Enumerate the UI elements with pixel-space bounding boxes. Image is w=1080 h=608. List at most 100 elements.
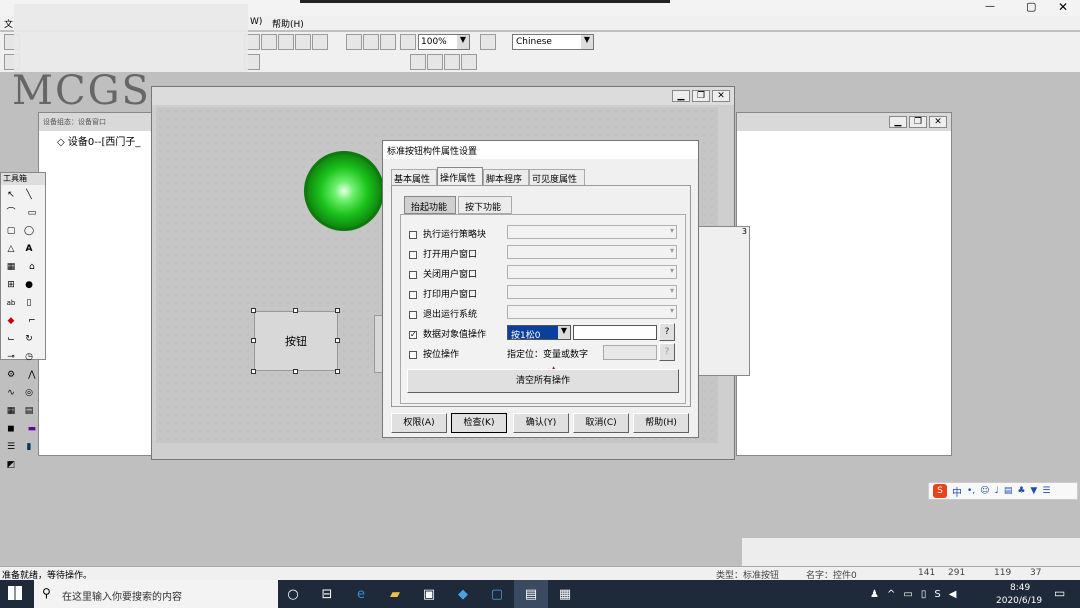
clear-all-button[interactable]: 清空所有操作 (407, 369, 679, 393)
close-window-combo[interactable] (507, 265, 677, 279)
minimize-icon[interactable]: ▁ (672, 90, 690, 102)
curve-icon[interactable]: ∿ (3, 385, 19, 401)
table-icon[interactable]: ▦ (3, 403, 19, 419)
clock-icon[interactable]: ◷ (21, 349, 37, 365)
zoom-select[interactable]: 100% ▼ (418, 34, 470, 50)
minimize-icon[interactable]: ▁ (889, 116, 907, 128)
toolbar-icon[interactable] (346, 34, 362, 50)
search-box[interactable]: ⚲ 在这里输入你要搜索的内容 (34, 580, 278, 608)
resize-handle[interactable] (335, 338, 340, 343)
toolbar-icon[interactable] (480, 34, 496, 50)
book-icon[interactable]: ▮ (21, 439, 37, 455)
resize-handle[interactable] (251, 338, 256, 343)
checkbox[interactable] (409, 350, 417, 359)
assign-bit-input[interactable] (603, 345, 657, 360)
data-object-input[interactable] (573, 325, 657, 340)
menu-window[interactable]: W) (250, 17, 262, 27)
chart-icon[interactable]: ▬ (24, 421, 40, 437)
tab-operation[interactable]: 操作属性 (437, 167, 483, 185)
checkbox[interactable] (409, 310, 417, 319)
input-icon[interactable]: ▯ (21, 295, 37, 311)
text-icon[interactable]: A (21, 241, 37, 257)
mic-icon[interactable]: ♩ (995, 486, 999, 496)
resize-handle[interactable] (335, 369, 340, 374)
menu-file[interactable]: 文 (4, 17, 13, 30)
checkbox-checked[interactable]: ✓ (409, 330, 417, 339)
strategy-combo[interactable] (507, 225, 677, 239)
subtab-release[interactable]: 抬起功能 (404, 196, 456, 214)
toolbar-icon[interactable] (261, 34, 277, 50)
list-icon[interactable]: ☰ (3, 439, 19, 455)
checkbox[interactable] (409, 270, 417, 279)
menu-help[interactable]: 帮助(H) (272, 17, 304, 30)
checkbox[interactable] (409, 290, 417, 299)
person-icon[interactable]: ♟ (870, 589, 879, 600)
notification-icon[interactable]: ▭ (1054, 586, 1065, 600)
toolbar-icon[interactable] (363, 34, 379, 50)
open-window-combo[interactable] (507, 245, 677, 259)
skin-icon[interactable]: ♣ (1017, 486, 1025, 496)
assign-bit-browse-button[interactable]: ? (659, 343, 675, 361)
mcgs-icon[interactable]: ▤ (514, 580, 548, 608)
pointer-icon[interactable]: ↖ (3, 187, 19, 203)
toolbar-icon[interactable] (380, 34, 396, 50)
data-op-select[interactable]: 按1松0 ▼ (507, 325, 571, 341)
option-exit-system[interactable]: 退出运行系统 (409, 307, 477, 320)
chevron-up-icon[interactable]: ^ (887, 589, 895, 600)
restore-icon[interactable]: ❐ (909, 116, 927, 128)
edge-icon[interactable]: e (344, 580, 378, 608)
step-icon[interactable]: ⌐ (24, 313, 40, 329)
keyboard-icon[interactable]: ▤ (1004, 486, 1013, 496)
help-button[interactable]: 帮助(H) (633, 413, 689, 433)
checkbox[interactable] (409, 250, 417, 259)
punct-icon[interactable]: •, (967, 486, 975, 496)
app-icon[interactable]: ◆ (446, 580, 480, 608)
toolbar-icon[interactable] (461, 54, 477, 70)
app2-icon[interactable]: ▢ (480, 580, 514, 608)
ime-mode[interactable]: 中 (952, 484, 962, 499)
window-close-icon[interactable]: ✕ (1058, 0, 1068, 14)
chevron-down-icon[interactable]: ▼ (457, 35, 469, 49)
device-tree-item[interactable]: ◇ 设备0--[西门子_ (57, 133, 140, 148)
clock-time[interactable]: 8:49 (1010, 583, 1030, 593)
check-button[interactable]: 检查(K) (451, 413, 507, 433)
confirm-button[interactable]: 确认(Y) (513, 413, 569, 433)
language-select[interactable]: Chinese ▼ (512, 34, 594, 50)
window-minimize-icon[interactable]: — (985, 1, 995, 12)
data-object-browse-button[interactable]: ? (659, 323, 675, 341)
exit-system-combo[interactable] (507, 305, 677, 319)
toolbar-icon[interactable] (444, 54, 460, 70)
rectangle-icon[interactable]: ▭ (24, 205, 40, 221)
app3-icon[interactable]: ▦ (548, 580, 582, 608)
tab-script[interactable]: 脚本程序 (483, 169, 529, 185)
cancel-button[interactable]: 取消(C) (573, 413, 629, 433)
subtab-press[interactable]: 按下功能 (458, 196, 512, 214)
permission-button[interactable]: 权限(A) (391, 413, 447, 433)
trend-icon[interactable]: ⋀ (24, 367, 40, 383)
chevron-down-icon[interactable]: ▼ (558, 326, 570, 339)
toolbar-icon[interactable] (295, 34, 311, 50)
battery-icon[interactable]: ▯ (921, 589, 927, 600)
resize-handle[interactable] (293, 308, 298, 313)
ime-icon[interactable]: S (934, 589, 940, 600)
cube-icon[interactable]: ◼ (3, 421, 19, 437)
bitmap-icon[interactable]: ▦ (3, 259, 19, 275)
close-icon[interactable]: ✕ (929, 116, 947, 128)
clock-date[interactable]: 2020/6/19 (996, 596, 1042, 606)
option-close-window[interactable]: 关闭用户窗口 (409, 267, 477, 280)
toolbar-icon[interactable] (312, 34, 328, 50)
alarm-icon[interactable]: ◎ (21, 385, 37, 401)
arc-icon[interactable]: ⌒ (3, 205, 19, 221)
gear-icon[interactable]: ⚙ (3, 367, 19, 383)
option-data-object[interactable]: ✓ 数据对象值操作 (409, 327, 486, 340)
folder-icon[interactable]: ▰ (378, 580, 412, 608)
option-open-window[interactable]: 打开用户窗口 (409, 247, 477, 260)
multitask-icon[interactable]: ⊟ (310, 580, 344, 608)
option-run-strategy[interactable]: 执行运行策略块 (409, 227, 486, 240)
canvas-button[interactable]: 按钮 (254, 311, 338, 371)
rounded-rect-icon[interactable]: ▢ (3, 223, 19, 239)
network-icon[interactable]: ▭ (903, 589, 912, 600)
resize-handle[interactable] (251, 369, 256, 374)
close-icon[interactable]: ✕ (712, 90, 730, 102)
volume-icon[interactable]: ◀ (949, 589, 957, 600)
